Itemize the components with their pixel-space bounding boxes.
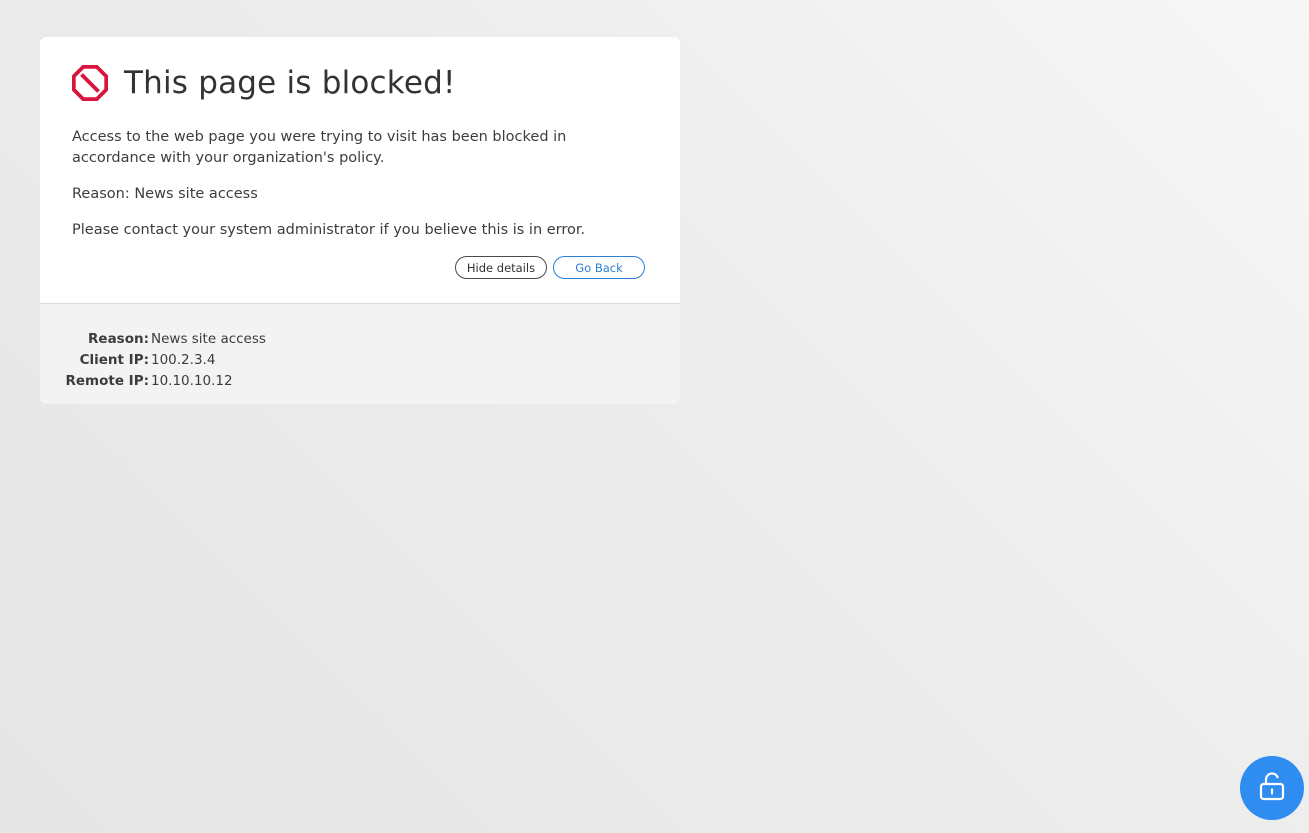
detail-value: 100.2.3.4: [151, 352, 216, 368]
block-icon: [72, 65, 108, 101]
go-back-button[interactable]: Go Back: [553, 256, 645, 279]
action-buttons: Hide details Go Back: [72, 256, 648, 279]
detail-label: Client IP:: [79, 352, 149, 368]
title-row: This page is blocked!: [72, 65, 648, 101]
block-message: Access to the web page you were trying t…: [72, 129, 567, 166]
page-title: This page is blocked!: [124, 65, 456, 101]
contact-message: Please contact your system administrator…: [72, 222, 586, 238]
detail-value: News site access: [151, 331, 266, 347]
detail-row-client-ip: Client IP: 100.2.3.4: [40, 350, 680, 371]
detail-value: 10.10.10.12: [151, 373, 233, 389]
unlock-icon: [1258, 771, 1286, 805]
blocked-page-card: This page is blocked! Access to the web …: [40, 37, 680, 404]
detail-row-remote-ip: Remote IP: 10.10.10.12: [40, 371, 680, 392]
reason-text: Reason: News site access: [72, 186, 258, 202]
unlock-button[interactable]: [1240, 756, 1304, 820]
details-panel: Reason: News site access Client IP: 100.…: [40, 303, 680, 404]
card-main: This page is blocked! Access to the web …: [40, 37, 680, 303]
detail-row-reason: Reason: News site access: [40, 329, 680, 350]
detail-label: Remote IP:: [65, 373, 149, 389]
hide-details-button[interactable]: Hide details: [455, 256, 547, 279]
detail-label: Reason:: [88, 331, 149, 347]
